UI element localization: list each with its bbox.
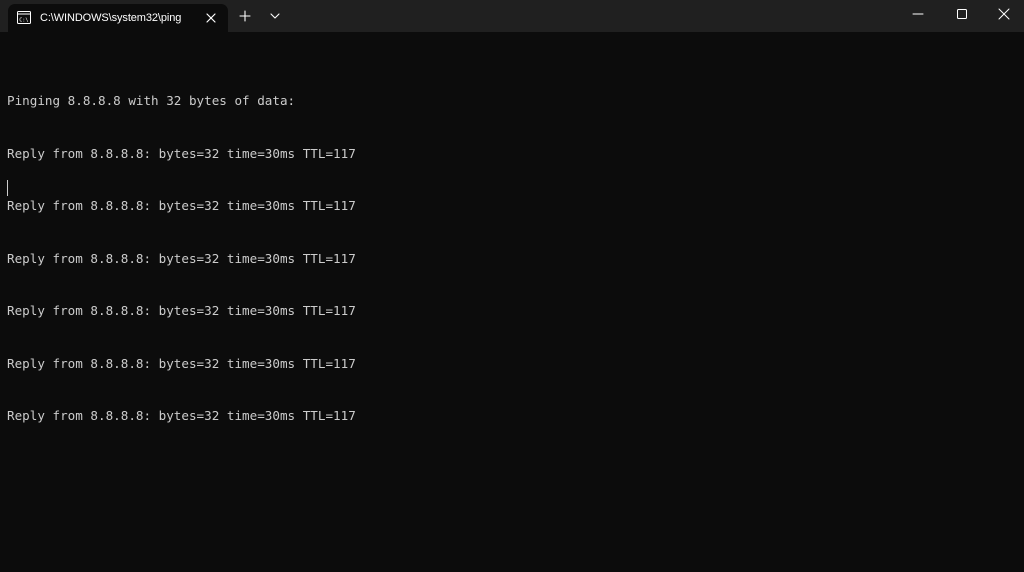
- console-line: Reply from 8.8.8.8: bytes=32 time=30ms T…: [7, 303, 356, 318]
- new-tab-button[interactable]: [237, 8, 253, 24]
- close-tab-button[interactable]: [203, 10, 219, 26]
- tab-title: C:\WINDOWS\system32\ping: [40, 12, 182, 24]
- tab-dropdown-button[interactable]: [267, 8, 283, 24]
- plus-icon: [239, 10, 251, 22]
- maximize-icon: [957, 9, 967, 19]
- minimize-button[interactable]: [896, 0, 940, 30]
- close-icon: [998, 8, 1010, 20]
- svg-text:C:\: C:\: [19, 17, 28, 23]
- console-line: Reply from 8.8.8.8: bytes=32 time=30ms T…: [7, 408, 356, 423]
- console-line: Reply from 8.8.8.8: bytes=32 time=30ms T…: [7, 250, 356, 266]
- title-bar[interactable]: C:\ C:\WINDOWS\system32\ping: [0, 0, 1024, 32]
- console-line: Pinging 8.8.8.8 with 32 bytes of data:: [7, 93, 296, 108]
- terminal-window: C:\ C:\WINDOWS\system32\ping Pinging 8.8…: [0, 0, 1024, 572]
- console-line: Reply from 8.8.8.8: bytes=32 time=30ms T…: [7, 145, 356, 161]
- console-line: Reply from 8.8.8.8: bytes=32 time=30ms T…: [7, 355, 356, 371]
- console-output[interactable]: Pinging 8.8.8.8 with 32 bytes of data: R…: [7, 57, 356, 460]
- close-window-button[interactable]: [982, 0, 1024, 30]
- close-icon: [206, 13, 216, 23]
- terminal-tab[interactable]: C:\ C:\WINDOWS\system32\ping: [8, 4, 228, 32]
- text-cursor: [7, 180, 8, 196]
- chevron-down-icon: [270, 13, 280, 19]
- terminal-icon: C:\: [17, 11, 31, 24]
- console-line: Reply from 8.8.8.8: bytes=32 time=30ms T…: [7, 198, 356, 213]
- maximize-button[interactable]: [940, 0, 984, 30]
- minimize-icon: [912, 13, 924, 15]
